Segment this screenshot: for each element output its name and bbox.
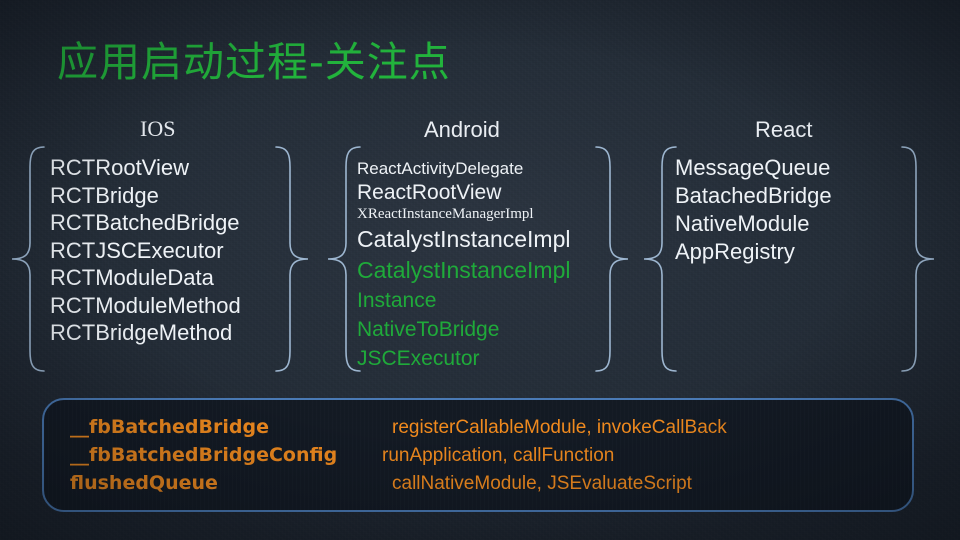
bridge-global-methods: callNativeModule, JSEvaluateScript bbox=[392, 473, 692, 494]
bridge-global-methods: registerCallableModule, invokeCallBack bbox=[392, 417, 727, 438]
list-item: RCTBatchedBridge bbox=[50, 210, 240, 235]
slide-canvas: 应用启动过程-关注点 IOS Android React RCTRootView… bbox=[0, 0, 960, 540]
bridge-global-name: __fbBatchedBridgeConfig bbox=[70, 444, 338, 466]
list-item: MessageQueue bbox=[675, 155, 831, 180]
list-item: AppRegistry bbox=[675, 239, 795, 264]
column-header-android: Android bbox=[424, 117, 500, 142]
list-item: XReactInstanceManagerImpl bbox=[357, 206, 534, 222]
brace-ios-close bbox=[272, 145, 312, 373]
list-item: CatalystInstanceImpl bbox=[357, 226, 571, 252]
list-item: RCTModuleMethod bbox=[50, 292, 241, 318]
list-item: RCTModuleData bbox=[50, 265, 214, 290]
page-title: 应用启动过程-关注点 bbox=[57, 38, 451, 86]
bridge-api-panel-inner: __fbBatchedBridge registerCallableModule… bbox=[44, 400, 912, 510]
bridge-global-name: flushedQueue bbox=[70, 472, 218, 494]
column-header-ios: IOS bbox=[140, 116, 176, 141]
brace-android-close bbox=[592, 145, 632, 373]
list-item: ReactActivityDelegate bbox=[357, 159, 524, 178]
list-item: RCTJSCExecutor bbox=[50, 237, 224, 263]
list-item: ReactRootView bbox=[357, 181, 502, 204]
brace-ios-open bbox=[8, 145, 48, 373]
column-list-android: ReactActivityDelegate ReactRootView XRea… bbox=[357, 160, 570, 369]
list-item: Instance bbox=[357, 289, 437, 312]
list-item: JSCExecutor bbox=[357, 347, 480, 370]
list-item: BatachedBridge bbox=[675, 183, 832, 208]
list-item: RCTBridge bbox=[50, 182, 159, 208]
list-item: NativeToBridge bbox=[357, 318, 500, 341]
table-row: __fbBatchedBridge registerCallableModule… bbox=[44, 416, 912, 444]
list-item: NativeModule bbox=[675, 211, 810, 236]
brace-react-open bbox=[640, 145, 680, 373]
column-list-ios: RCTRootView RCTBridge RCTBatchedBridge R… bbox=[50, 154, 241, 347]
table-row: __fbBatchedBridgeConfig runApplication, … bbox=[44, 444, 912, 472]
list-item: CatalystInstanceImpl bbox=[357, 257, 571, 283]
column-list-react: MessageQueue BatachedBridge NativeModule… bbox=[675, 154, 832, 266]
bridge-api-panel: __fbBatchedBridge registerCallableModule… bbox=[42, 398, 914, 512]
list-item: RCTBridgeMethod bbox=[50, 320, 233, 345]
table-row: flushedQueue callNativeModule, JSEvaluat… bbox=[44, 472, 912, 500]
column-header-react: React bbox=[755, 117, 813, 142]
bridge-global-methods: runApplication, callFunction bbox=[382, 445, 615, 466]
list-item: RCTRootView bbox=[50, 155, 189, 180]
bridge-global-name: __fbBatchedBridge bbox=[70, 416, 269, 438]
brace-react-close bbox=[898, 145, 938, 373]
